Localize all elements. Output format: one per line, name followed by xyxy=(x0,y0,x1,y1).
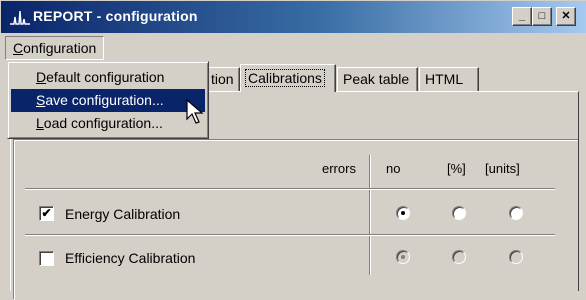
configuration-dropdown-menu: Default configuration Save configuration… xyxy=(7,61,209,139)
menu-item-default-configuration[interactable]: Default configuration xyxy=(11,66,205,89)
energy-errors-no-radio[interactable] xyxy=(396,206,410,220)
column-separator xyxy=(369,155,371,275)
efficiency-calibration-label: Efficiency Calibration xyxy=(65,250,196,266)
menu-configuration[interactable]: Configuration xyxy=(5,36,105,60)
maximize-button[interactable]: □ xyxy=(532,7,552,26)
tab-peak-table[interactable]: Peak table xyxy=(337,67,418,91)
minimize-button[interactable]: _ xyxy=(512,7,532,26)
efficiency-errors-percent-radio xyxy=(452,250,466,264)
header-errors: errors xyxy=(322,161,356,176)
menu-item-load-configuration[interactable]: Load configuration... xyxy=(11,112,205,135)
close-button[interactable]: ✕ xyxy=(556,7,576,26)
energy-calibration-checkbox[interactable]: ✔ xyxy=(39,206,54,221)
energy-calibration-label: Energy Calibration xyxy=(65,206,181,222)
radio-selected-dot xyxy=(401,211,405,215)
menu-bar: Configuration xyxy=(1,33,586,63)
tab-calibrations[interactable]: Calibrations xyxy=(240,64,336,92)
efficiency-calibration-checkbox[interactable] xyxy=(39,251,54,266)
row-divider xyxy=(25,234,555,236)
title-bar[interactable]: REPORT - configuration _ □ ✕ xyxy=(1,1,586,33)
tab-html[interactable]: HTML xyxy=(419,67,479,91)
header-units: [units] xyxy=(485,161,520,176)
window-title: REPORT - configuration xyxy=(33,8,198,24)
efficiency-errors-units-radio xyxy=(509,250,523,264)
tab-configuration[interactable]: tion xyxy=(206,67,240,91)
radio-selected-dot xyxy=(401,255,405,259)
efficiency-errors-no-radio xyxy=(396,250,410,264)
report-configuration-window: REPORT - configuration _ □ ✕ Configurati… xyxy=(0,0,586,300)
menu-item-save-configuration[interactable]: Save configuration... xyxy=(11,89,205,112)
header-divider xyxy=(25,188,555,190)
spectrum-app-icon xyxy=(10,10,30,25)
mouse-pointer-icon xyxy=(186,99,204,124)
header-no: no xyxy=(386,161,401,176)
header-percent: [%] xyxy=(447,161,466,176)
energy-errors-units-radio[interactable] xyxy=(509,206,523,220)
energy-errors-percent-radio[interactable] xyxy=(452,206,466,220)
